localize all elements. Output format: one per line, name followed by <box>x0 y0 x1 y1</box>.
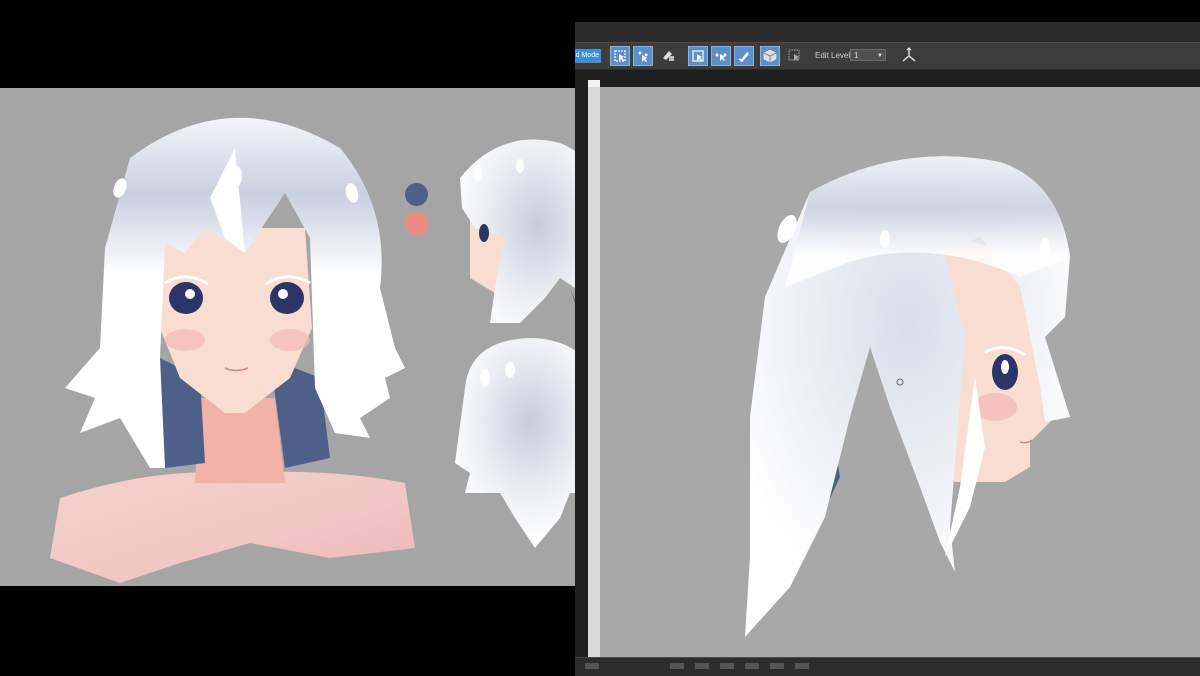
color-swatch-pink <box>405 212 428 235</box>
concept-art <box>50 117 575 583</box>
app-window: d Mode Edit Level: 1 ▼ <box>575 22 1200 676</box>
chevron-down-icon: ▼ <box>877 53 883 59</box>
wireframe-icon <box>788 49 800 61</box>
eye-highlight <box>1001 360 1009 374</box>
select-vertex-button[interactable] <box>633 46 653 66</box>
hair-highlight <box>1040 238 1050 256</box>
timeline-icon[interactable] <box>745 663 759 669</box>
transform-gizmo-icon[interactable] <box>900 47 918 65</box>
select-object-icon <box>614 50 626 62</box>
back-view <box>455 338 575 548</box>
concept-reference-sheet <box>0 88 575 586</box>
right-eye <box>270 282 304 314</box>
wireframe-button[interactable] <box>785 46 805 66</box>
select-object-button[interactable] <box>610 46 630 66</box>
shoulders <box>50 471 415 583</box>
cube-view-icon <box>763 49 777 63</box>
move-vertex-button[interactable] <box>711 46 731 66</box>
move-vertex-icon <box>715 53 727 61</box>
select-face-button[interactable] <box>688 46 708 66</box>
paint-brush-button[interactable] <box>734 46 754 66</box>
timeline-icon[interactable] <box>720 663 734 669</box>
timeline-icon[interactable] <box>670 663 684 669</box>
cube-view-button[interactable] <box>760 46 780 66</box>
front-view <box>50 117 415 583</box>
app-titlebar <box>575 22 1200 42</box>
side-view <box>460 139 575 323</box>
bottom-bar <box>575 657 1200 676</box>
left-eye <box>169 282 203 314</box>
lock-selection-icon <box>663 51 674 61</box>
hair-highlight <box>230 165 242 187</box>
3d-viewport[interactable] <box>600 87 1200 657</box>
edit-level-value: 1 <box>854 51 859 60</box>
edit-level-label: Edit Level: <box>815 51 853 60</box>
viewport-scrollbar[interactable] <box>588 87 600 657</box>
select-vertex-icon <box>638 51 648 62</box>
timeline-icon[interactable] <box>795 663 809 669</box>
hair-highlight <box>880 230 890 248</box>
toolbar: d Mode Edit Level: 1 ▼ <box>575 42 1200 70</box>
timeline-icon[interactable] <box>770 663 784 669</box>
3d-head-model <box>745 156 1070 637</box>
select-face-icon <box>692 50 704 62</box>
edit-level-select[interactable]: 1 ▼ <box>850 49 886 61</box>
timeline-icon[interactable] <box>585 663 599 669</box>
mode-button[interactable]: d Mode <box>575 49 601 63</box>
paint-brush-icon <box>738 52 749 62</box>
back-hair <box>455 338 575 548</box>
color-swatch-blue <box>405 183 428 206</box>
timeline-icon[interactable] <box>695 663 709 669</box>
lock-selection-button[interactable] <box>659 46 679 66</box>
